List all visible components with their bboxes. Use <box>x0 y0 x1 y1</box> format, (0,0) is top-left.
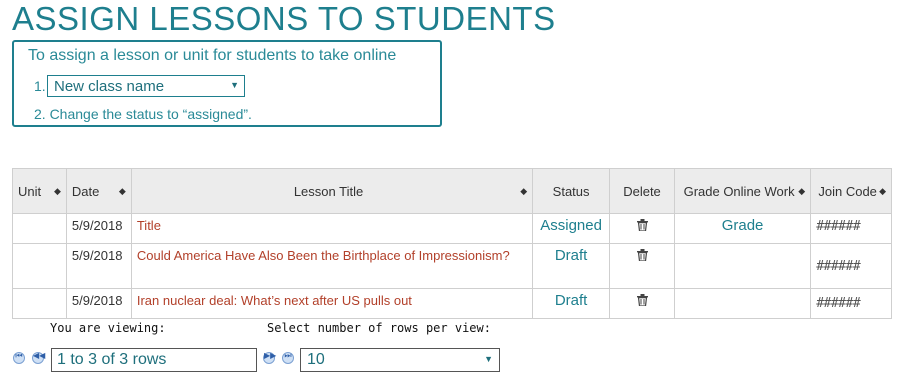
column-header-join-code[interactable]: Join Code ◆ <box>810 168 892 214</box>
join-code-cell: ###### <box>810 288 892 319</box>
column-header-grade-label: Grade Online Work <box>683 183 795 199</box>
grade-cell: Grade <box>673 213 812 244</box>
last-page-button[interactable]: ⏭ <box>282 351 294 364</box>
pager-viewing-field[interactable]: 1 to 3 of 3 rows <box>51 348 257 372</box>
column-header-delete: Delete <box>609 168 675 214</box>
lesson-title-link[interactable]: Could America Have Also Been the Birthpl… <box>137 248 510 263</box>
join-code: ###### <box>816 258 861 274</box>
join-code: ###### <box>816 219 861 234</box>
caret-down-icon: ▼ <box>484 354 493 364</box>
sort-icon[interactable]: ◆ <box>520 183 527 200</box>
rows-per-view-select[interactable]: 10 ▼ <box>300 348 500 372</box>
column-header-delete-label: Delete <box>623 183 661 199</box>
rows-per-view-label: Select number of rows per view: <box>267 321 491 335</box>
status-link[interactable]: Draft <box>538 292 604 310</box>
step-2-text: 2. Change the status to “assigned”. <box>34 106 252 122</box>
status-cell: Draft <box>532 243 611 289</box>
status-cell: Draft <box>532 288 611 319</box>
first-page-icon: ⏮ <box>15 351 23 360</box>
last-page-icon: ⏭ <box>284 351 292 360</box>
sort-icon[interactable]: ◆ <box>119 183 126 200</box>
date-cell: 5/9/2018 <box>65 288 132 319</box>
trash-icon[interactable] <box>636 249 648 261</box>
column-header-unit[interactable]: Unit ◆ <box>12 168 67 214</box>
trash-icon[interactable] <box>636 219 648 231</box>
table-row: 5/9/2018 Could America Have Also Been th… <box>12 243 892 289</box>
column-header-date-label: Date <box>71 183 100 199</box>
lesson-title-cell: Could America Have Also Been the Birthpl… <box>130 243 534 289</box>
column-header-grade-online-work[interactable]: Grade Online Work ◆ <box>673 168 812 214</box>
instructions-box: To assign a lesson or unit for students … <box>12 40 442 127</box>
status-link[interactable]: Assigned <box>538 217 604 235</box>
previous-page-button[interactable]: ◀◀ <box>32 351 46 364</box>
delete-cell <box>609 213 675 244</box>
next-page-icon: ▶▶ <box>264 351 277 360</box>
unit-cell <box>12 243 67 289</box>
lesson-title-link[interactable]: Title <box>137 218 161 233</box>
lesson-title-cell: Title <box>130 213 534 244</box>
pager-viewing-value: 1 to 3 of 3 rows <box>57 351 167 368</box>
caret-down-icon: ▼ <box>230 80 239 90</box>
join-code: ###### <box>816 296 861 311</box>
unit-cell <box>12 288 67 319</box>
sort-icon[interactable]: ◆ <box>54 183 61 200</box>
column-header-lesson-title-label: Lesson Title <box>293 183 364 199</box>
lessons-table: Unit ◆ Date ◆ Lesson Title ◆ Status Delete … <box>12 168 892 319</box>
delete-cell <box>609 243 675 289</box>
table-row: 5/9/2018 Iran nuclear deal: What’s next … <box>12 288 892 319</box>
grade-cell <box>673 288 812 319</box>
join-code-cell: ###### <box>810 243 892 289</box>
next-page-button[interactable]: ▶▶ <box>263 351 277 364</box>
column-header-date[interactable]: Date ◆ <box>65 168 132 214</box>
sort-icon[interactable]: ◆ <box>879 183 886 200</box>
column-header-status-label: Status <box>552 183 590 199</box>
trash-icon[interactable] <box>636 294 648 306</box>
column-header-join-code-label: Join Code <box>818 183 877 199</box>
table-row: 5/9/2018 Title Assigned Grade ###### <box>12 213 892 244</box>
status-link[interactable]: Draft <box>538 247 604 265</box>
instructions-heading: To assign a lesson or unit for students … <box>28 47 397 64</box>
column-header-unit-label: Unit <box>18 183 42 199</box>
date-cell: 5/9/2018 <box>65 213 132 244</box>
previous-page-icon: ◀◀ <box>33 351 46 360</box>
step-1-number: 1. <box>34 78 46 94</box>
rows-per-view-value: 10 <box>307 351 325 368</box>
lesson-title-cell: Iran nuclear deal: What’s next after US … <box>130 288 534 319</box>
viewing-label: You are viewing: <box>50 321 166 335</box>
lesson-title-link[interactable]: Iran nuclear deal: What’s next after US … <box>137 293 412 308</box>
date-cell: 5/9/2018 <box>65 243 132 289</box>
class-select[interactable]: New class name ▼ <box>47 75 245 97</box>
delete-cell <box>609 288 675 319</box>
grade-cell <box>673 243 812 289</box>
class-select-value: New class name <box>54 78 165 95</box>
first-page-button[interactable]: ⏮ <box>13 351 25 364</box>
status-cell: Assigned <box>532 213 611 244</box>
join-code-cell: ###### <box>810 213 892 244</box>
page-title: ASSIGN LESSONS TO STUDENTS <box>12 0 556 37</box>
column-header-lesson-title[interactable]: Lesson Title ◆ <box>130 168 534 214</box>
grade-link[interactable]: Grade <box>680 217 805 235</box>
column-header-status: Status <box>532 168 611 214</box>
sort-icon[interactable]: ◆ <box>798 183 805 200</box>
unit-cell <box>12 213 67 244</box>
